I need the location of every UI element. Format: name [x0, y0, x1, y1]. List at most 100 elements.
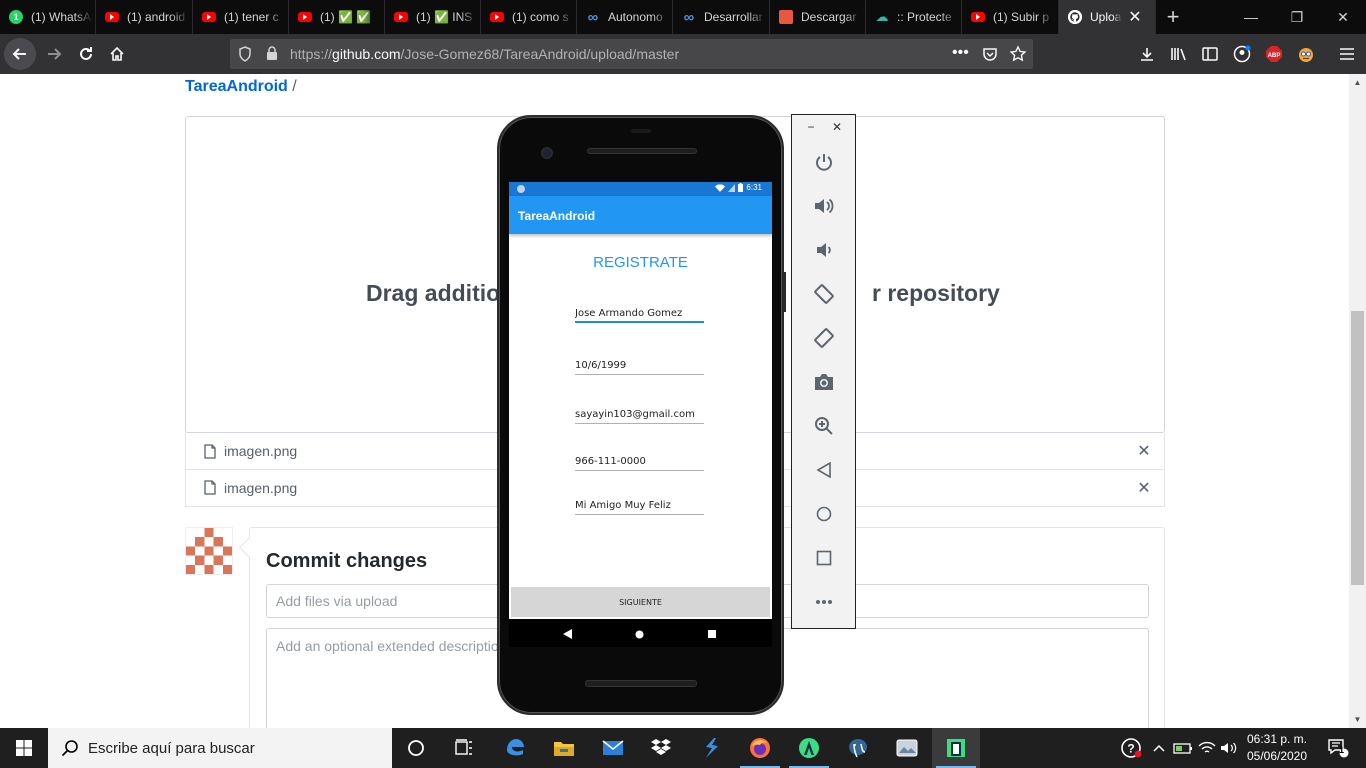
- volume-up-icon[interactable]: [812, 194, 836, 218]
- tab-upload-active[interactable]: Upload ✕: [1059, 0, 1156, 34]
- remove-file-icon[interactable]: ✕: [1134, 478, 1154, 498]
- github-icon: [1068, 10, 1082, 24]
- wifi-icon: [715, 183, 726, 192]
- signal-icon: [728, 183, 736, 192]
- bookmark-star-icon[interactable]: [1009, 45, 1027, 63]
- youtube-icon: [490, 12, 504, 22]
- camera-icon[interactable]: [812, 370, 836, 394]
- breadcrumb-separator: /: [287, 78, 297, 95]
- more-options-icon[interactable]: [812, 590, 836, 614]
- taskbar-search-input[interactable]: [88, 738, 378, 758]
- scroll-up-arrow-icon[interactable]: ▲: [1349, 74, 1366, 91]
- remove-file-icon[interactable]: ✕: [1134, 441, 1154, 461]
- taskbar-clock[interactable]: 06:31 p. m. 05/06/2020: [1244, 731, 1310, 765]
- scrollbar-thumb[interactable]: [1351, 311, 1364, 585]
- lock-icon[interactable]: [266, 46, 278, 61]
- downloads-icon[interactable]: [1136, 42, 1158, 66]
- tab-youtube-como[interactable]: (1) como s: [481, 0, 577, 34]
- adblock-plus-icon[interactable]: ABP: [1263, 42, 1285, 66]
- tab-youtube-tener[interactable]: (1) tener c: [193, 0, 289, 34]
- power-icon[interactable]: [812, 150, 836, 174]
- tab-close-icon[interactable]: ✕: [1128, 7, 1142, 27]
- start-button[interactable]: [0, 728, 48, 768]
- page-actions-icon[interactable]: •••: [952, 44, 969, 62]
- rotate-right-icon[interactable]: [812, 326, 836, 350]
- shield-icon[interactable]: [238, 46, 252, 62]
- library-icon[interactable]: [1168, 42, 1190, 66]
- mail-icon[interactable]: [589, 728, 637, 768]
- file-icon: [204, 480, 216, 495]
- url-text[interactable]: https://github.com/Jose-Gomez68/TareaAnd…: [290, 46, 679, 62]
- home-button[interactable]: [101, 38, 133, 70]
- status-icons: 6:31: [715, 183, 762, 192]
- tab-youtube-check[interactable]: (1) ✅ ✅: [289, 0, 385, 34]
- android-back-icon[interactable]: [561, 628, 573, 640]
- emulator-close-icon[interactable]: ✕: [831, 121, 843, 133]
- tab-youtube-subir[interactable]: (1) Subir p: [962, 0, 1059, 34]
- tab-descargar[interactable]: Descargar: [770, 0, 866, 34]
- email-field[interactable]: [575, 406, 704, 424]
- emulator-minimize-icon[interactable]: −: [805, 121, 817, 133]
- back-button[interactable]: [4, 38, 36, 70]
- android-studio-icon[interactable]: [785, 728, 833, 768]
- url-bar[interactable]: https://github.com/Jose-Gomez68/TareaAnd…: [230, 39, 1033, 69]
- visual-studio-icon[interactable]: [686, 728, 734, 768]
- pocket-icon[interactable]: [982, 46, 998, 62]
- firefox-icon[interactable]: [736, 728, 784, 768]
- close-window-icon[interactable]: ✕: [1320, 0, 1366, 34]
- birthdate-field[interactable]: [575, 357, 704, 375]
- chevron-up-icon[interactable]: [1150, 728, 1168, 768]
- scroll-down-arrow-icon[interactable]: ▼: [1349, 711, 1366, 728]
- postgres-icon[interactable]: [834, 728, 882, 768]
- account-icon[interactable]: [1231, 42, 1253, 66]
- android-home-icon[interactable]: [633, 628, 645, 640]
- arrow-right-icon: [48, 48, 62, 60]
- zoom-icon[interactable]: [812, 414, 836, 438]
- image-viewer-icon[interactable]: [883, 728, 931, 768]
- home-circle-icon[interactable]: [812, 502, 836, 526]
- tab-protected[interactable]: ☁ :: Protecte: [866, 0, 962, 34]
- help-notification-icon[interactable]: ?: [1118, 728, 1144, 768]
- taskbar-search-box[interactable]: [48, 728, 392, 768]
- tab-youtube-ins[interactable]: (1) ✅ INS: [385, 0, 481, 34]
- file-name: imagen.png: [224, 479, 298, 496]
- menu-hamburger-icon[interactable]: [1336, 42, 1358, 66]
- tab-desarrollar[interactable]: ∞ Desarrollar: [673, 0, 770, 34]
- sidebar-icon[interactable]: [1199, 42, 1221, 66]
- emulator-taskbar-icon[interactable]: [932, 728, 980, 768]
- action-center-icon[interactable]: 1: [1318, 728, 1358, 768]
- breadcrumb-repo-link[interactable]: TareaAndroid: [185, 78, 288, 95]
- cortana-icon[interactable]: [392, 728, 440, 768]
- next-button[interactable]: SIGUIENTE: [511, 587, 770, 617]
- name-field[interactable]: [575, 305, 704, 323]
- volume-down-icon[interactable]: [812, 238, 836, 262]
- emulator-screen[interactable]: 6:31 TareaAndroid REGISTRATE SIGUIENTE: [509, 182, 772, 647]
- android-recents-icon[interactable]: [706, 628, 718, 640]
- extension-face-icon[interactable]: [1295, 42, 1317, 66]
- tab-label: Upload: [1090, 10, 1122, 24]
- tab-autonomo[interactable]: ∞ Autonomo: [577, 0, 673, 34]
- volume-tray-icon[interactable]: [1218, 728, 1240, 768]
- back-triangle-icon[interactable]: [812, 458, 836, 482]
- avatar[interactable]: [185, 527, 233, 575]
- tab-youtube-android[interactable]: (1) android studio: [96, 0, 193, 34]
- edge-icon[interactable]: [491, 728, 539, 768]
- reload-button[interactable]: [70, 38, 102, 70]
- description-field[interactable]: [575, 497, 704, 515]
- wifi-tray-icon[interactable]: [1196, 728, 1218, 768]
- restore-window-icon[interactable]: ❐: [1274, 0, 1320, 34]
- new-tab-button[interactable]: +: [1160, 4, 1186, 30]
- minimize-window-icon[interactable]: —: [1228, 0, 1274, 34]
- tab-label: Desarrollar: [704, 10, 763, 24]
- tab-label: :: Protecte: [897, 10, 952, 24]
- battery-tray-icon[interactable]: [1172, 728, 1194, 768]
- file-explorer-icon[interactable]: [540, 728, 588, 768]
- page-scrollbar[interactable]: ▲ ▼: [1349, 74, 1366, 728]
- forward-button[interactable]: [38, 38, 70, 70]
- overview-square-icon[interactable]: [812, 546, 836, 570]
- phone-field[interactable]: [575, 453, 704, 471]
- task-view-icon[interactable]: [440, 728, 488, 768]
- rotate-left-icon[interactable]: [812, 282, 836, 306]
- dropbox-icon[interactable]: [637, 728, 685, 768]
- tab-whatsapp[interactable]: 1 (1) WhatsApp: [0, 0, 96, 34]
